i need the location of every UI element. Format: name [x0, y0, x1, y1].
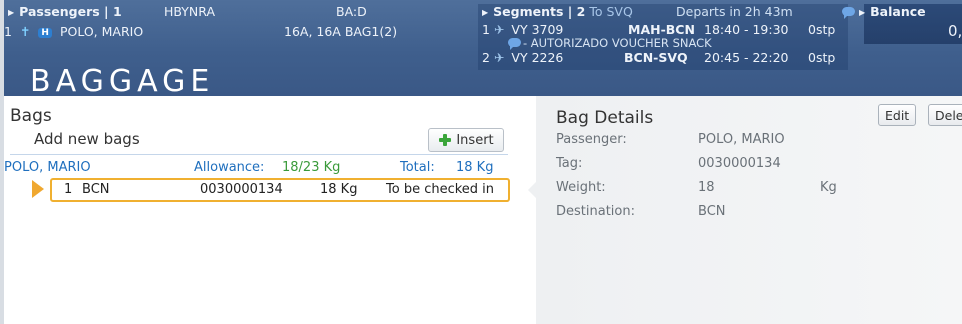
- destination-label: Destination:: [556, 204, 635, 219]
- panel-separator: [518, 96, 536, 324]
- expand-triangle-icon: ▶: [8, 8, 15, 17]
- h-badge-icon: H: [38, 28, 52, 38]
- balance-panel[interactable]: ▶ Balance 0,: [842, 4, 962, 44]
- passenger-value: POLO, MARIO: [698, 132, 785, 147]
- passenger-name: POLO, MARIO: [59, 24, 144, 39]
- pnr-code: HBYNRA: [164, 4, 216, 19]
- edit-button[interactable]: Edit: [878, 104, 917, 126]
- allowance-value: 18/23 Kg: [282, 160, 341, 175]
- plane-icon: ✈: [493, 50, 505, 65]
- total-value: 18 Kg: [456, 160, 494, 175]
- expand-triangle-icon: ▶: [859, 8, 866, 17]
- seg2-time: 20:45 - 22:20: [704, 50, 789, 65]
- bags-panel: Bags Add new bags Insert POLO, MARIO All…: [4, 96, 514, 324]
- bag-weight: 18 Kg: [320, 182, 358, 197]
- bag-details-panel: Bag Details Edit Dele Passenger: POLO, M…: [536, 96, 962, 324]
- segments-toggle[interactable]: ▶ Segments | 2 To SVQ: [482, 4, 633, 19]
- delete-button[interactable]: Dele: [928, 104, 962, 126]
- plane-icon: ✈: [493, 22, 505, 37]
- bag-row[interactable]: 1 BCN 0030000134 18 Kg To be checked in: [50, 178, 510, 202]
- selected-arrow-icon: [32, 180, 44, 198]
- seg1-stops: 0stp: [808, 22, 836, 37]
- seats-bags: 16A, 16A BAG1(2): [284, 24, 398, 39]
- person-icon: ✝: [19, 24, 31, 39]
- passenger-summary: ▶ Passengers | 1 HBYNRA BA:D 1 ✝ H POLO, …: [4, 4, 474, 64]
- balance-toggle[interactable]: ▶ Balance: [842, 4, 926, 19]
- seg1-time: 18:40 - 19:30: [704, 22, 789, 37]
- passenger-row[interactable]: 1 ✝ H POLO, MARIO: [4, 24, 143, 39]
- bags-title: Bags: [10, 106, 52, 126]
- segment-row-1[interactable]: 1 ✈ VY 3709: [482, 22, 563, 37]
- seg1-note: - AUTORIZADO VOUCHER SNACK: [508, 36, 712, 50]
- tag-label: Tag:: [556, 156, 583, 171]
- page-title: BAGGAGE: [30, 64, 215, 99]
- destination-value: BCN: [698, 204, 726, 219]
- departs-info: Departs in 2h 43m: [676, 4, 793, 19]
- allowance-label: Allowance:: [194, 160, 265, 175]
- passenger-label: Passenger:: [556, 132, 627, 147]
- bag-tag: 0030000134: [200, 182, 283, 197]
- bag-status: To be checked in: [386, 182, 495, 197]
- divider: [10, 154, 508, 155]
- add-bags-label: Add new bags: [34, 130, 140, 148]
- bag-index: 1: [64, 182, 73, 197]
- seg1-route: MAH-BCN: [628, 22, 695, 37]
- plus-icon: [438, 133, 452, 147]
- comment-icon: [842, 7, 855, 19]
- weight-unit: Kg: [820, 180, 837, 195]
- passenger-allowance-row: POLO, MARIO Allowance: 18/23 Kg Total: 1…: [4, 160, 514, 178]
- segments-dest: To SVQ: [589, 4, 633, 19]
- seg2-stops: 0stp: [808, 50, 836, 65]
- total-label: Total:: [400, 160, 435, 175]
- seg2-route: BCN-SVQ: [624, 50, 688, 65]
- ba-code: BA:D: [336, 4, 367, 19]
- expand-triangle-icon: ▶: [482, 8, 489, 17]
- seg1-flight: VY 3709: [511, 22, 564, 37]
- segment-row-2[interactable]: 2 ✈ VY 2226: [482, 50, 563, 65]
- segments-summary: ▶ Segments | 2 To SVQ Departs in 2h 43m 1…: [478, 4, 962, 70]
- selection-pointer: [528, 180, 538, 200]
- seg2-flight: VY 2226: [511, 50, 564, 65]
- bag-destination: BCN: [82, 182, 110, 197]
- passengers-toggle[interactable]: ▶ Passengers | 1: [8, 4, 122, 19]
- comment-icon: [508, 38, 521, 50]
- details-title: Bag Details: [556, 108, 654, 128]
- passenger-name: POLO, MARIO: [4, 160, 91, 175]
- header-bar: ▶ Passengers | 1 HBYNRA BA:D 1 ✝ H POLO, …: [0, 0, 962, 99]
- insert-button[interactable]: Insert: [428, 128, 504, 152]
- weight-label: Weight:: [556, 180, 606, 195]
- weight-value: 18: [698, 180, 715, 195]
- balance-value: 0,: [948, 22, 962, 40]
- tag-value: 0030000134: [698, 156, 781, 171]
